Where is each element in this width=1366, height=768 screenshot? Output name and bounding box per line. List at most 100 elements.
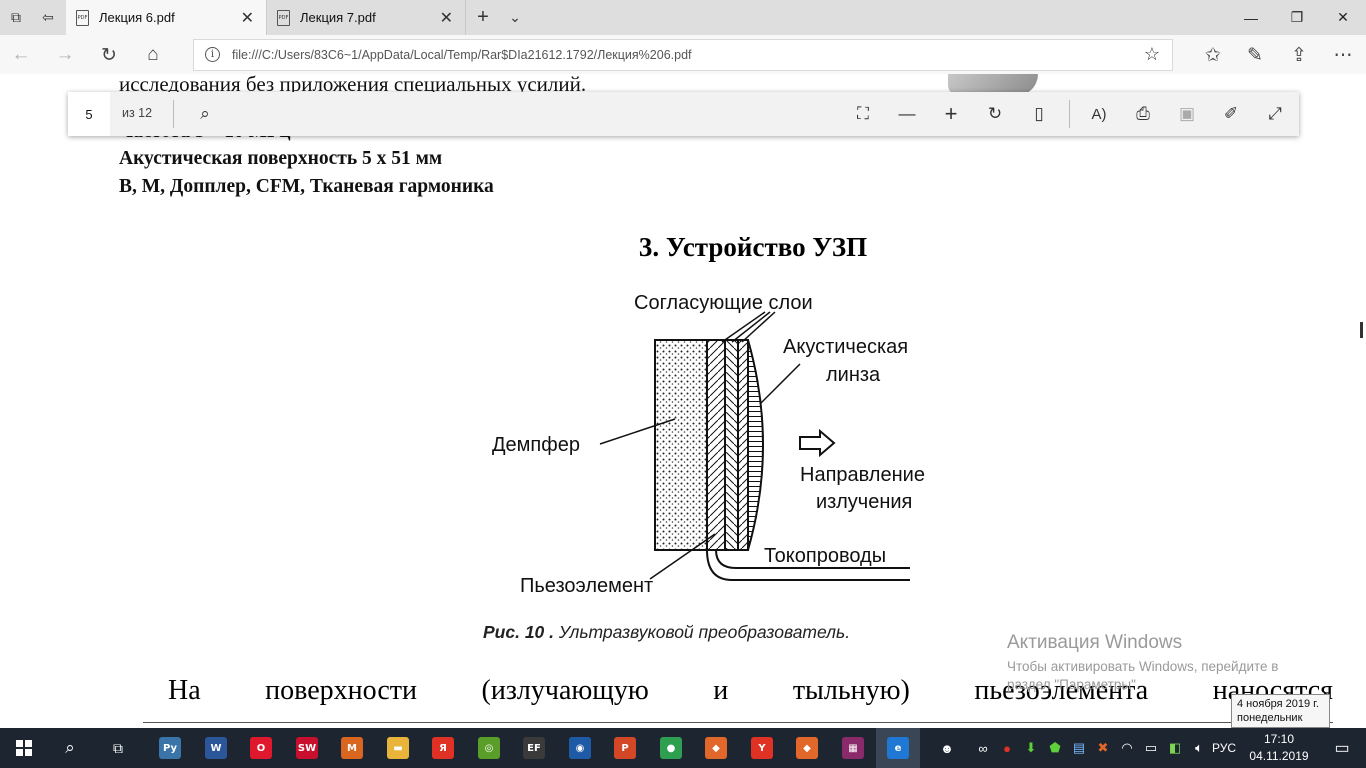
close-tab-icon[interactable]: ✕: [440, 8, 453, 28]
tab-restore-icon[interactable]: ⇦: [36, 5, 60, 29]
save-icon[interactable]: ▣: [1172, 100, 1202, 128]
taskbar-app-app-orange-2[interactable]: ◆: [785, 728, 829, 768]
favorites-icon[interactable]: ✩: [1198, 41, 1228, 69]
new-tab-icon[interactable]: +: [470, 4, 496, 30]
label-wires: Токопроводы: [764, 545, 887, 567]
page-count: из 12: [122, 106, 153, 120]
navigation-bar: ← → ↻ ⌂ i file:///C:/Users/83C6~1/AppDat…: [0, 35, 1366, 74]
url-text[interactable]: file:///C:/Users/83C6~1/AppData/Local/Te…: [232, 48, 692, 62]
page-number-input[interactable]: [68, 92, 110, 136]
taskbar-app-solidworks[interactable]: SW: [285, 728, 329, 768]
zoom-in-icon[interactable]: +: [936, 100, 966, 128]
taskbar-app-word[interactable]: W: [194, 728, 238, 768]
rotate-icon[interactable]: ↻: [980, 100, 1010, 128]
fullscreen-icon[interactable]: ⤢: [1260, 100, 1290, 128]
label-matching-layers: Согласующие слои: [634, 292, 813, 314]
tray-network-icon[interactable]: ▤: [1068, 728, 1090, 768]
back-icon[interactable]: ←: [6, 41, 36, 69]
minimize-icon[interactable]: —: [1228, 0, 1274, 35]
label-direction: Направление: [800, 464, 925, 486]
info-icon[interactable]: i: [205, 47, 220, 62]
tray-record-icon[interactable]: ●: [996, 728, 1018, 768]
people-icon[interactable]: ☻: [934, 728, 960, 768]
solidworks-icon: SW: [296, 737, 318, 759]
read-aloud-icon[interactable]: A): [1084, 100, 1114, 128]
taskbar-app-file-explorer[interactable]: ▬: [376, 728, 420, 768]
taskbar-app-yandex[interactable]: Я: [421, 728, 465, 768]
windows-activation-watermark: Активация Windows Чтобы активировать Win…: [1007, 632, 1278, 694]
language-indicator[interactable]: РУС: [1212, 741, 1236, 755]
wifi-icon[interactable]: ◠: [1116, 728, 1138, 768]
clock-time: 17:10: [1263, 732, 1295, 746]
page-layout-icon[interactable]: ▯: [1024, 100, 1054, 128]
doc-text-line: Акустическая поверхность 5 х 51 мм: [119, 148, 443, 169]
taskbar-app-winrar[interactable]: ▦: [831, 728, 875, 768]
start-button[interactable]: [0, 728, 48, 768]
piezo-layer: [706, 339, 726, 551]
tab-set-aside-icon[interactable]: ⧉: [4, 5, 28, 29]
taskbar-app-app-orange[interactable]: ◆: [694, 728, 738, 768]
taskbar-app-powerpoint[interactable]: P: [603, 728, 647, 768]
toolbar-divider: [173, 100, 174, 128]
matching-layer-1: [724, 339, 739, 551]
edge-icon: e: [887, 737, 909, 759]
search-taskbar-icon[interactable]: ⌕: [48, 728, 92, 768]
caption-text: Ультразвуковой преобразователь.: [558, 622, 851, 642]
scroll-indicator[interactable]: [1360, 322, 1363, 338]
taskbar-app-matlab[interactable]: M: [330, 728, 374, 768]
tab-lecture-7[interactable]: PDF Лекция 7.pdf ✕: [266, 0, 466, 35]
tab-bar: ⧉ ⇦ PDF Лекция 6.pdf ✕ PDF Лекция 7.pdf …: [0, 0, 1366, 35]
label-damper: Демпфер: [492, 434, 580, 456]
label-radiation: излучения: [816, 491, 913, 513]
action-center-icon[interactable]: ▭: [1318, 728, 1366, 768]
activation-line: Чтобы активировать Windows, перейдите в: [1007, 659, 1279, 674]
close-tab-icon[interactable]: ✕: [241, 8, 254, 28]
taskbar-app-enemy-front[interactable]: EF: [512, 728, 556, 768]
pdf-viewport: исследования без приложения специальных …: [0, 74, 1366, 728]
fit-page-icon[interactable]: ⛶: [848, 100, 878, 128]
activation-title: Активация Windows: [1007, 632, 1183, 653]
taskbar-app-edge[interactable]: e: [876, 728, 920, 768]
section-title: 3. Устройство УЗП: [638, 232, 868, 262]
save-as-icon[interactable]: ✐: [1216, 100, 1246, 128]
battery-icon[interactable]: ▭: [1140, 728, 1162, 768]
print-icon[interactable]: ⎙: [1128, 100, 1158, 128]
close-window-icon[interactable]: ✕: [1320, 0, 1366, 35]
home-icon[interactable]: ⌂: [138, 41, 168, 69]
matching-layer-2: [737, 339, 749, 551]
tooltip-weekday: понедельник: [1237, 712, 1303, 724]
taskbar: ⌕ ⧉ Py W O SW M ▬ Я ◎ EF ◉ P ● ◆ Y ◆ ▦ e ☻ ∞ ● ⬇ ⬟ ▤ ✖ ◠…: [0, 728, 1366, 768]
share-icon[interactable]: ⇪: [1284, 41, 1314, 69]
taskbar-app-app-ring[interactable]: ◉: [558, 728, 602, 768]
tab-lecture-6[interactable]: PDF Лекция 6.pdf ✕: [66, 0, 266, 35]
yandex-icon: Я: [432, 737, 454, 759]
transducer-diagram: Согласующие слои Акустическая линза Демп…: [470, 284, 970, 614]
task-view-icon[interactable]: ⧉: [96, 728, 140, 768]
tray-tool-icon[interactable]: ✖: [1092, 728, 1114, 768]
tab-title: Лекция 6.pdf: [99, 10, 175, 25]
forward-icon[interactable]: →: [50, 41, 80, 69]
taskbar-app-chrome[interactable]: ●: [649, 728, 693, 768]
taskbar-app-opera[interactable]: O: [239, 728, 283, 768]
file-explorer-icon: ▬: [387, 737, 409, 759]
tray-shield-icon[interactable]: ⬟: [1044, 728, 1066, 768]
volume-icon[interactable]: 🔈︎: [1188, 728, 1210, 768]
tray-link-icon[interactable]: ∞: [972, 728, 994, 768]
tray-download-icon[interactable]: ⬇: [1020, 728, 1042, 768]
notes-pen-icon[interactable]: ✎: [1240, 41, 1270, 69]
address-bar[interactable]: i file:///C:/Users/83C6~1/AppData/Local/…: [193, 39, 1173, 71]
nvidia-icon[interactable]: ◧: [1164, 728, 1186, 768]
taskbar-app-game-green[interactable]: ◎: [467, 728, 511, 768]
more-icon[interactable]: ⋯: [1328, 41, 1358, 69]
favorite-star-icon[interactable]: ☆: [1144, 44, 1160, 65]
clock[interactable]: 17:10 04.11.2019: [1246, 731, 1312, 765]
chevron-down-icon[interactable]: ⌄: [502, 4, 528, 30]
zoom-out-icon[interactable]: —: [892, 100, 922, 128]
search-icon[interactable]: ⌕: [190, 100, 220, 128]
label-piezo: Пьезоэлемент: [520, 575, 654, 597]
restore-window-icon[interactable]: ❐: [1274, 0, 1320, 35]
taskbar-app-yandex-browser[interactable]: Y: [740, 728, 784, 768]
taskbar-app-python[interactable]: Py: [148, 728, 192, 768]
game-green-icon: ◎: [478, 737, 500, 759]
refresh-icon[interactable]: ↻: [94, 41, 124, 69]
